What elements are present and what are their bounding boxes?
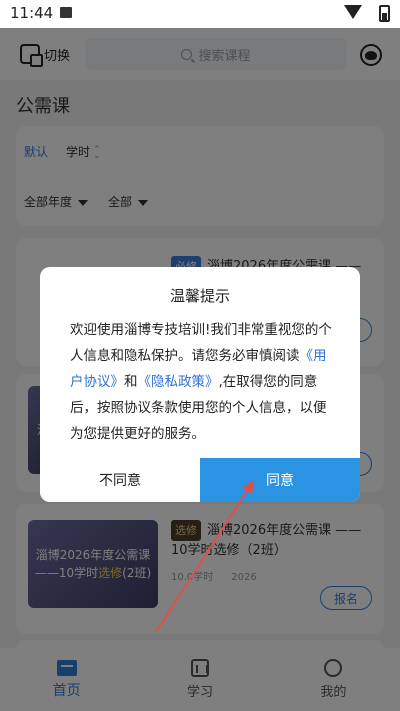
wifi-icon — [344, 5, 362, 19]
agree-button[interactable]: 同意 — [200, 458, 360, 502]
disagree-button[interactable]: 不同意 — [40, 458, 200, 502]
privacy-dialog: 温馨提示 欢迎使用淄博专技培训!我们非常重视您的个人信息和隐私保护。请您务必审慎… — [40, 267, 360, 502]
dialog-body: 欢迎使用淄博专技培训!我们非常重视您的个人信息和隐私保护。请您务必审慎阅读《用户… — [70, 317, 332, 447]
status-time: 11:44 — [10, 4, 54, 22]
battery-icon — [379, 5, 390, 22]
dialog-body-and: 和 — [124, 374, 138, 390]
privacy-policy-link[interactable]: 《隐私政策》 — [138, 374, 219, 390]
dialog-title: 温馨提示 — [169, 287, 230, 305]
dialog-body-text-1: 欢迎使用淄博专技培训!我们非常重视您的个人信息和隐私保护。请您务必审慎阅读 — [70, 322, 332, 364]
dialog-buttons: 不同意 同意 — [40, 458, 360, 502]
status-bar: 11:44 — [0, 0, 400, 28]
image-notification-icon — [60, 7, 72, 18]
